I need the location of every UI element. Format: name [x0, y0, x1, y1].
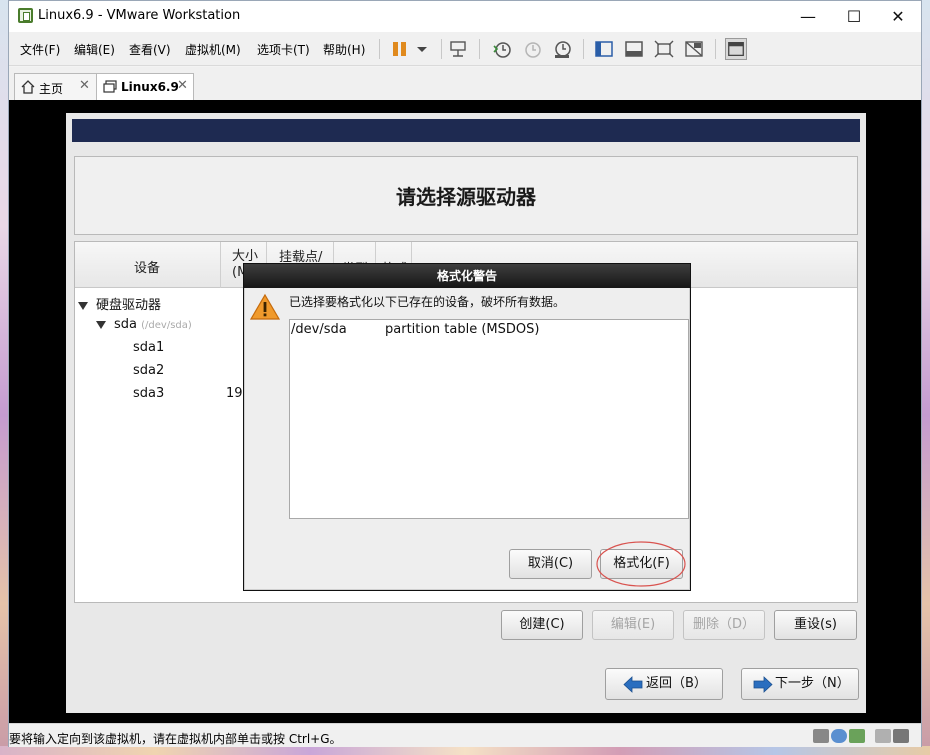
- snapshot-revert-icon[interactable]: [521, 38, 543, 60]
- window-title: Linux6.9 - VMware Workstation: [38, 8, 241, 23]
- next-label: 下一步（N）: [775, 676, 850, 691]
- send-ctrl-alt-del-icon[interactable]: [447, 38, 469, 60]
- back-arrow-icon: [623, 676, 643, 693]
- next-arrow-icon: [753, 676, 773, 693]
- minimize-button[interactable]: —: [785, 1, 831, 32]
- console-view-icon[interactable]: [623, 38, 645, 60]
- partition-row[interactable]: sda3: [133, 386, 164, 401]
- disk-name: sda: [114, 317, 137, 332]
- installer-screen: 请选择源驱动器 设备 大小 (M 挂载点/ 类型 格式 硬盘驱动器 sda (/…: [66, 113, 866, 713]
- hard-disk-icon[interactable]: [813, 729, 829, 743]
- tab-close-icon[interactable]: ✕: [177, 78, 188, 93]
- desktop-wallpaper-bottom: [0, 746, 930, 755]
- display-icon[interactable]: [893, 729, 909, 743]
- dialog-title[interactable]: 格式化警告: [244, 264, 690, 288]
- snapshot-manager-icon[interactable]: [551, 38, 573, 60]
- device-path: /dev/sda: [291, 322, 347, 337]
- vmware-app-icon: [18, 8, 33, 23]
- tab-label: 主页: [39, 82, 64, 96]
- device-list[interactable]: /dev/sda partition table (MSDOS): [289, 319, 689, 519]
- menu-view[interactable]: 查看(V): [129, 41, 171, 58]
- unity-icon[interactable]: [683, 38, 705, 60]
- menu-help[interactable]: 帮助(H): [323, 41, 365, 58]
- column-device[interactable]: 设备: [75, 242, 221, 288]
- status-text: 要将输入定向到该虚拟机，请在虚拟机内部单击或按 Ctrl+G。: [9, 732, 342, 746]
- dialog-body: 已选择要格式化以下已存在的设备，破坏所有数据。 /dev/sda partiti…: [244, 288, 690, 590]
- dropdown-icon[interactable]: [411, 38, 433, 60]
- menu-bar: 文件(F) 编辑(E) 查看(V) 虚拟机(M) 选项卡(T) 帮助(H): [9, 32, 921, 66]
- maximize-button[interactable]: ☐: [831, 1, 877, 32]
- partition-size: 19: [226, 386, 243, 401]
- back-button[interactable]: 返回（B）: [605, 668, 723, 700]
- network-icon[interactable]: [849, 729, 865, 743]
- edit-button[interactable]: 编辑(E): [592, 610, 674, 640]
- usb-icon[interactable]: [875, 729, 891, 743]
- dialog-message: 已选择要格式化以下已存在的设备，破坏所有数据。: [289, 295, 566, 309]
- cancel-button[interactable]: 取消(C): [509, 549, 592, 579]
- delete-button[interactable]: 删除（D）: [683, 610, 765, 640]
- cd-drive-icon[interactable]: [831, 729, 847, 743]
- warning-icon: [250, 293, 280, 320]
- installer-banner: [72, 119, 860, 142]
- toolbar-separator: [479, 39, 480, 59]
- screen: Linux6.9 - VMware Workstation — ☐ ✕ 文件(F…: [0, 0, 930, 755]
- vm-display[interactable]: 请选择源驱动器 设备 大小 (M 挂载点/ 类型 格式 硬盘驱动器 sda (/…: [9, 100, 921, 723]
- tab-label: Linux6.9: [121, 80, 179, 94]
- partition-name: sda2: [133, 363, 165, 378]
- toolbar-separator: [715, 39, 716, 59]
- column-label: 设备: [134, 261, 161, 276]
- tree-disk-row[interactable]: sda (/dev/sda): [96, 317, 192, 332]
- partition-name: sda1: [133, 340, 165, 355]
- snapshot-take-icon[interactable]: [491, 38, 513, 60]
- toolbar-separator: [583, 39, 584, 59]
- expand-icon[interactable]: [96, 320, 106, 329]
- format-warning-dialog: 格式化警告 已选择要格式化以下已存在的设备，破坏所有数据。 /dev/sda p…: [243, 263, 691, 591]
- vmware-window: Linux6.9 - VMware Workstation — ☐ ✕ 文件(F…: [8, 0, 922, 747]
- partition-row[interactable]: sda1: [133, 340, 164, 355]
- close-window-button[interactable]: ✕: [875, 1, 921, 32]
- vm-icon: [103, 80, 117, 93]
- tree-root-row[interactable]: 硬盘驱动器: [78, 294, 161, 313]
- status-bar: 要将输入定向到该虚拟机，请在虚拟机内部单击或按 Ctrl+G。: [9, 723, 921, 747]
- expand-icon[interactable]: [78, 301, 88, 310]
- toolbar-separator: [379, 39, 380, 59]
- tab-linux69[interactable]: Linux6.9 ✕: [96, 73, 194, 100]
- create-button[interactable]: 创建(C): [501, 610, 583, 640]
- title-bar[interactable]: Linux6.9 - VMware Workstation — ☐ ✕: [9, 1, 921, 32]
- next-button[interactable]: 下一步（N）: [741, 668, 859, 700]
- tree-root-label: 硬盘驱动器: [96, 298, 162, 313]
- menu-file[interactable]: 文件(F): [20, 41, 60, 58]
- partition-row[interactable]: sda2: [133, 363, 164, 378]
- menu-vm[interactable]: 虚拟机(M): [185, 41, 241, 58]
- view-switch-icon[interactable]: [725, 38, 747, 60]
- highlight-circle: [596, 541, 686, 587]
- pause-icon[interactable]: [389, 38, 411, 60]
- menu-tabs[interactable]: 选项卡(T): [257, 41, 310, 58]
- page-title: 请选择源驱动器: [396, 185, 536, 209]
- back-label: 返回（B）: [646, 676, 707, 691]
- toolbar-separator: [441, 39, 442, 59]
- sidebar-icon[interactable]: [593, 38, 615, 60]
- reset-button[interactable]: 重设(s): [774, 610, 857, 640]
- tab-home[interactable]: 主页 ✕: [14, 73, 97, 100]
- device-description: partition table (MSDOS): [385, 322, 540, 337]
- tab-close-icon[interactable]: ✕: [79, 78, 90, 93]
- partition-name: sda3: [133, 386, 165, 401]
- tab-bar: 主页 ✕ Linux6.9 ✕: [9, 67, 921, 100]
- header-box: 请选择源驱动器: [74, 156, 858, 235]
- fullscreen-icon[interactable]: [653, 38, 675, 60]
- disk-path: (/dev/sda): [141, 320, 192, 331]
- menu-edit[interactable]: 编辑(E): [74, 41, 115, 58]
- home-icon: [21, 80, 35, 94]
